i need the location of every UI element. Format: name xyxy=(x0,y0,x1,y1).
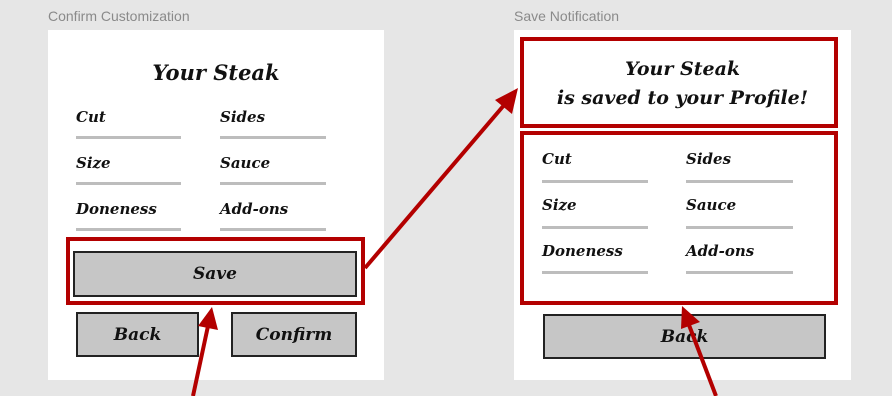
arrow-save-to-notification xyxy=(363,102,507,270)
arrow-up-to-fields xyxy=(687,324,718,396)
arrow-head-icon xyxy=(198,307,218,330)
arrow-up-to-save xyxy=(191,325,210,396)
annotation-arrows xyxy=(191,88,718,396)
